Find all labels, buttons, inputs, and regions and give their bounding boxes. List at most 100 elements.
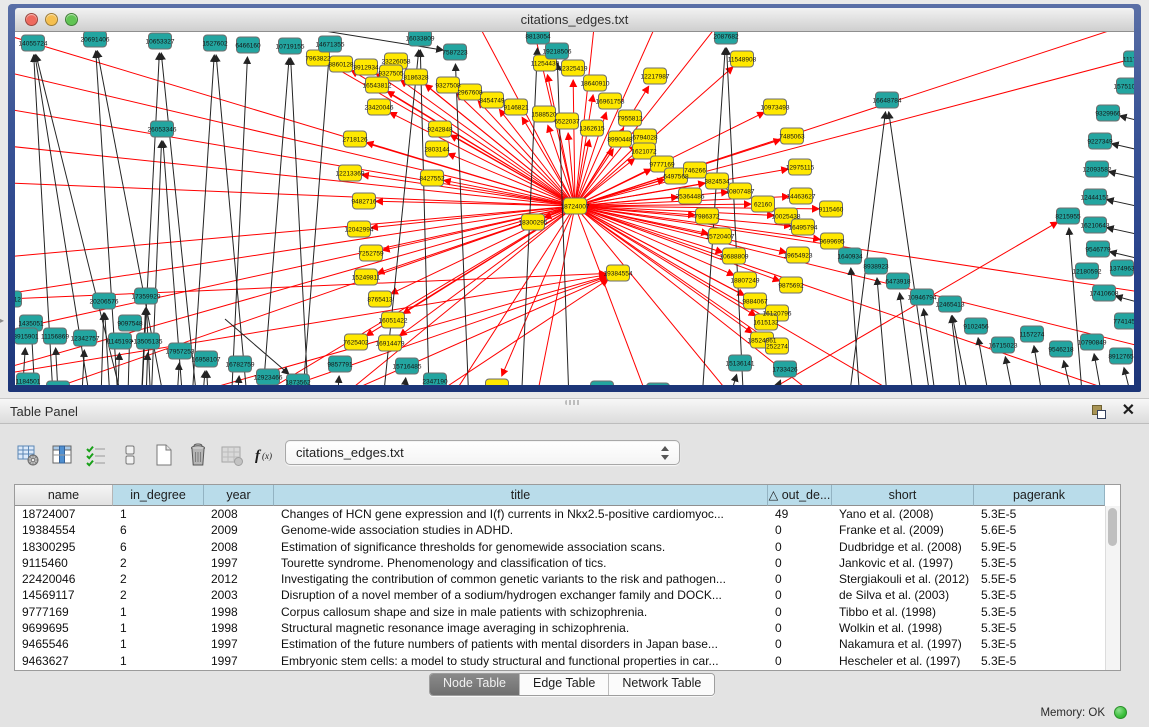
graph-node-label: 9115460 — [819, 206, 844, 213]
table-cell: 0 — [768, 587, 832, 603]
table-row[interactable]: 946554611997Estimation of the future num… — [15, 636, 1120, 652]
graph-edge — [502, 206, 575, 376]
graph-node-label: 1615132 — [753, 319, 779, 326]
scrollbar-thumb[interactable] — [1108, 508, 1117, 546]
column-header-name[interactable]: name — [15, 485, 113, 506]
panel-collapse-handle[interactable]: ▸ — [0, 316, 4, 325]
graph-node-label: 16961758 — [596, 98, 625, 105]
graph-edge — [1133, 272, 1134, 293]
graph-node-label: 19218506 — [543, 48, 572, 55]
graph-edge — [403, 206, 575, 314]
column-header-short[interactable]: short — [832, 485, 974, 506]
table-cell: 18724007 — [15, 506, 113, 522]
graph-node-label: 1184501 — [16, 378, 41, 385]
table-cell: 9463627 — [15, 653, 113, 669]
graph-node-label: 19384554 — [604, 270, 633, 277]
delete-table-icon[interactable] — [186, 443, 210, 467]
tab-network-table[interactable]: Network Table — [609, 674, 714, 695]
table-source-dropdown[interactable]: citations_edges.txt — [285, 440, 680, 465]
graph-node-label: 15716485 — [393, 363, 422, 370]
table-row[interactable]: 2242004622012Investigating the contribut… — [15, 571, 1120, 587]
panel-resize-grip[interactable] — [565, 400, 581, 405]
tab-node-table[interactable]: Node Table — [430, 674, 520, 695]
graph-node-label: 16958107 — [192, 356, 221, 363]
graph-edge — [335, 376, 339, 385]
window-titlebar[interactable]: citations_edges.txt — [15, 8, 1134, 32]
column-header-out_de[interactable]: △ out_de... — [768, 485, 832, 506]
table-settings-icon[interactable] — [16, 443, 40, 467]
column-header-in_degree[interactable]: in_degree — [113, 485, 204, 506]
graph-node-label: 6522037 — [554, 118, 580, 125]
graph-node-label: 2967608 — [457, 89, 483, 96]
graph-edge — [900, 293, 918, 385]
float-panel-icon[interactable] — [1092, 405, 1107, 419]
graph-edge — [1112, 144, 1134, 164]
column-header-title[interactable]: title — [274, 485, 768, 506]
table-cell: de Silva et al. (2003) — [832, 587, 974, 603]
network-canvas[interactable]: 1872400779638228860128891293423226058932… — [15, 32, 1134, 385]
table-cell: 1 — [113, 604, 204, 620]
graph-edge — [1107, 200, 1134, 220]
memory-status-indicator[interactable] — [1114, 706, 1127, 719]
table-cell: Hescheler et al. (1997) — [832, 653, 974, 669]
graph-edge — [1107, 228, 1134, 248]
table-row[interactable]: 969969511998Structural magnetic resonanc… — [15, 620, 1120, 636]
graph-node-label: 6466160 — [235, 42, 261, 49]
import-table-icon[interactable] — [220, 443, 244, 467]
graph-node-label: 1362615 — [579, 125, 605, 132]
table-cell: 9115460 — [15, 555, 113, 571]
table-row[interactable]: 1872400712008Changes of HCN gene express… — [15, 506, 1120, 522]
graph-node-label: 9857791 — [327, 361, 353, 368]
select-mode-icon[interactable] — [84, 443, 108, 467]
new-table-icon[interactable] — [152, 443, 176, 467]
graph-node-label: 17410608 — [1090, 290, 1119, 297]
close-panel-icon[interactable]: ✕ — [1122, 402, 1135, 420]
graph-node-label: 19654923 — [784, 252, 813, 259]
panel-title: Table Panel — [10, 404, 78, 419]
table-cell: 2 — [113, 555, 204, 571]
graph-node-label: 16648784 — [873, 97, 902, 104]
graph-node-label: 16914479 — [376, 340, 405, 347]
table-cell: Changes of HCN gene expression and I(f) … — [274, 506, 768, 522]
graph-node-label: 1621072 — [631, 148, 657, 155]
table-row[interactable]: 1938455462009Genome-wide association stu… — [15, 522, 1120, 538]
graph-node-label: 9777169 — [649, 161, 675, 168]
graph-node[interactable] — [591, 381, 614, 385]
table-row[interactable]: 1456911722003Disruption of a novel membe… — [15, 587, 1120, 603]
graph-node[interactable] — [647, 383, 670, 385]
network-graph[interactable]: 1872400779638228860128891293423226058932… — [15, 32, 1134, 385]
function-builder-icon[interactable]: f(x) — [254, 443, 278, 467]
graph-node[interactable] — [47, 381, 70, 385]
graph-node-label: 1733426 — [772, 366, 798, 373]
graph-node-label: 1145193 — [108, 338, 133, 345]
show-columns-icon[interactable] — [50, 443, 74, 467]
graph-edge — [575, 95, 593, 206]
table-row[interactable]: 1830029562008Estimation of significance … — [15, 539, 1120, 555]
column-header-year[interactable]: year — [204, 485, 274, 506]
table-vertical-scrollbar[interactable] — [1105, 506, 1120, 670]
dropdown-stepper-icon — [660, 446, 669, 460]
graph-node-label: 18807249 — [731, 277, 760, 284]
graph-node-label: 8215955 — [1055, 213, 1081, 220]
graph-node-label: 10790849 — [1078, 339, 1107, 346]
graph-node-label: 11254439 — [531, 60, 560, 67]
graph-node-label: 6473918 — [885, 278, 911, 285]
table-row[interactable]: 911546021997Tourette syndrome. Phenomeno… — [15, 555, 1120, 571]
graph-node-label: 9327505 — [378, 70, 404, 77]
row-height-icon[interactable] — [118, 443, 142, 467]
table-cell: 1 — [113, 653, 204, 669]
graph-edge — [851, 268, 862, 385]
tab-edge-table[interactable]: Edge Table — [520, 674, 609, 695]
table-row[interactable]: 977716911998Corpus callosum shape and si… — [15, 604, 1120, 620]
graph-node-label: 1374963 — [1109, 265, 1134, 272]
table-cell: 6 — [113, 522, 204, 538]
table-cell: 5.3E-5 — [974, 620, 1105, 636]
graph-node-label: 18640910 — [581, 80, 610, 87]
graph-node-label: 8860128 — [328, 61, 354, 68]
graph-node-label: 7986372 — [694, 213, 720, 220]
table-row[interactable]: 946362711997Embryonic stem cells: a mode… — [15, 653, 1120, 669]
table-cell: 9777169 — [15, 604, 113, 620]
column-header-pagerank[interactable]: pagerank — [974, 485, 1105, 506]
graph-node-label: 2087682 — [713, 33, 739, 40]
table-cell: 1998 — [204, 604, 274, 620]
